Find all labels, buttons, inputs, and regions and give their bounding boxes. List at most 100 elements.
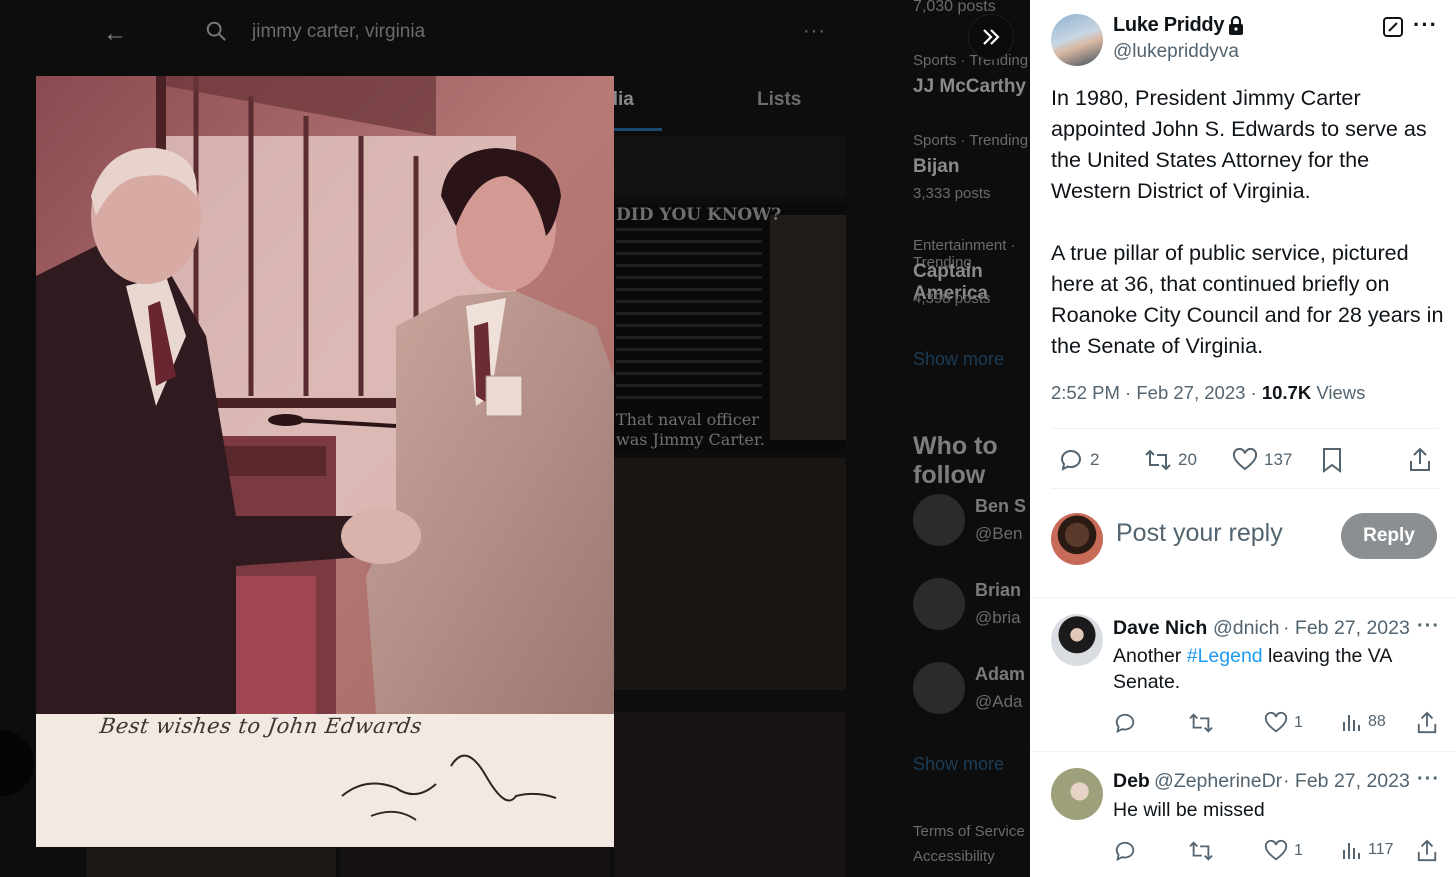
reply-avatar[interactable] bbox=[1051, 614, 1103, 666]
like-button[interactable]: 137 bbox=[1232, 447, 1292, 473]
follow-handle: @bria bbox=[975, 608, 1021, 627]
views-label: Views bbox=[1316, 382, 1366, 403]
trend-count: 3,333 posts bbox=[913, 185, 991, 202]
tweet-text: In 1980, President Jimmy Carter appointe… bbox=[1051, 85, 1444, 358]
did-you-know-line: That naval officer bbox=[616, 410, 759, 429]
reply-author-handle[interactable]: @dnich bbox=[1213, 617, 1280, 640]
avatar[interactable] bbox=[913, 494, 965, 546]
reply-share-button[interactable] bbox=[1416, 711, 1438, 735]
reply-views-button[interactable]: 88 bbox=[1340, 711, 1386, 733]
show-more-link[interactable]: Show more bbox=[913, 349, 1004, 370]
reply-input[interactable]: Post your reply bbox=[1116, 519, 1283, 548]
show-more-link[interactable]: Show more bbox=[913, 754, 1004, 775]
tweet-time[interactable]: 2:52 PM bbox=[1051, 382, 1120, 403]
reply-author-name[interactable]: Dave Nich bbox=[1113, 617, 1209, 640]
follow-name[interactable]: Brian bbox=[975, 580, 1021, 601]
reply-icon bbox=[1115, 841, 1135, 861]
did-you-know-body bbox=[616, 228, 762, 408]
collapse-panel-button[interactable] bbox=[968, 14, 1014, 60]
analytics-icon bbox=[1343, 843, 1360, 859]
reply-comment-button[interactable] bbox=[1113, 839, 1137, 863]
reply-count: 2 bbox=[1090, 450, 1100, 469]
follow-name[interactable]: Adam bbox=[975, 664, 1025, 685]
reply-icon bbox=[1115, 713, 1135, 733]
media-tile[interactable] bbox=[614, 136, 846, 196]
trend-count: 7,030 posts bbox=[913, 0, 996, 15]
repost-button[interactable]: 20 bbox=[1144, 447, 1197, 473]
reply-author-handle[interactable]: @ZepherineDr bbox=[1154, 770, 1282, 793]
bookmark-icon bbox=[1323, 448, 1341, 473]
media-tile[interactable] bbox=[340, 848, 610, 877]
tab-lists[interactable]: Lists bbox=[757, 89, 801, 111]
trend-name[interactable]: Bijan bbox=[913, 156, 959, 178]
divider bbox=[1051, 428, 1439, 429]
divider bbox=[1051, 488, 1439, 489]
reply-text: Another #Legend leaving the VA Senate. bbox=[1113, 645, 1392, 693]
back-arrow-icon[interactable]: ← bbox=[103, 20, 127, 48]
reply-like-button[interactable]: 1 bbox=[1264, 711, 1303, 735]
author-handle[interactable]: @lukepriddyva bbox=[1113, 41, 1239, 63]
repost-count: 20 bbox=[1178, 450, 1197, 469]
reply-avatar[interactable] bbox=[1051, 768, 1103, 820]
repost-icon bbox=[1189, 713, 1213, 733]
follow-handle: @Ben bbox=[975, 524, 1023, 543]
media-tile[interactable] bbox=[86, 848, 336, 877]
trend-name[interactable]: JJ McCarthy bbox=[913, 76, 1026, 98]
tweet-date[interactable]: Feb 27, 2023 bbox=[1136, 382, 1245, 403]
share-button[interactable] bbox=[1408, 447, 1432, 473]
tweet-detail-panel: Luke Priddy @lukepriddyva ··· In 1980, P… bbox=[1030, 0, 1456, 877]
avatar[interactable] bbox=[913, 662, 965, 714]
trend-category: Sports · Trending bbox=[913, 52, 1029, 69]
reply-submit-button[interactable]: Reply bbox=[1341, 513, 1437, 559]
reply-share-button[interactable] bbox=[1416, 839, 1438, 863]
divider bbox=[1030, 597, 1456, 598]
current-user-avatar[interactable] bbox=[1051, 513, 1103, 565]
repost-icon bbox=[1145, 449, 1171, 471]
footer-link[interactable]: Accessibility bbox=[913, 848, 995, 865]
reply-repost-button[interactable] bbox=[1188, 711, 1214, 735]
heart-icon bbox=[1264, 839, 1288, 861]
author-name[interactable]: Luke Priddy bbox=[1113, 14, 1224, 37]
bookmark-button[interactable] bbox=[1320, 447, 1344, 473]
follow-handle: @Ada bbox=[975, 692, 1023, 711]
more-options-icon[interactable]: ··· bbox=[1417, 768, 1440, 791]
active-tab-indicator bbox=[614, 128, 662, 131]
hashtag-link[interactable]: #Legend bbox=[1187, 645, 1263, 667]
avatar[interactable] bbox=[913, 578, 965, 630]
tweet-photo: Best wishes to John Edwards bbox=[36, 76, 614, 847]
footer-link[interactable]: Terms of Service bbox=[913, 823, 1025, 840]
reply-like-button[interactable]: 1 bbox=[1264, 839, 1303, 863]
reply-date[interactable]: · Feb 27, 2023 bbox=[1283, 770, 1410, 793]
reply-date[interactable]: · Feb 27, 2023 bbox=[1283, 617, 1410, 640]
search-query-text[interactable]: jimmy carter, virginia bbox=[252, 21, 425, 43]
reply-like-count: 1 bbox=[1294, 842, 1303, 859]
search-icon[interactable] bbox=[205, 20, 227, 42]
who-to-follow-title: Who to follow bbox=[913, 432, 998, 489]
analytics-icon bbox=[1343, 715, 1360, 731]
more-options-icon[interactable]: ··· bbox=[1417, 615, 1440, 638]
did-you-know-title: DID YOU KNOW? bbox=[616, 205, 782, 225]
reply-views-button[interactable]: 117 bbox=[1340, 839, 1394, 861]
media-tile[interactable] bbox=[614, 712, 846, 877]
reply-author-name[interactable]: Deb bbox=[1113, 770, 1153, 793]
reply-views-count: 117 bbox=[1368, 841, 1394, 858]
more-options-icon[interactable]: ··· bbox=[803, 20, 826, 43]
heart-icon bbox=[1232, 447, 1258, 471]
tweet-meta: 2:52 PM · Feb 27, 2023 · 10.7K Views bbox=[1051, 382, 1366, 403]
author-avatar[interactable] bbox=[1051, 14, 1103, 66]
follow-name[interactable]: Ben S bbox=[975, 496, 1026, 517]
share-icon bbox=[1410, 447, 1430, 471]
reply-button[interactable]: 2 bbox=[1058, 447, 1099, 473]
repost-icon bbox=[1189, 841, 1213, 861]
trend-category: Sports · Trending bbox=[913, 132, 1029, 149]
more-options-icon[interactable]: ··· bbox=[1413, 12, 1438, 38]
reply-comment-button[interactable] bbox=[1113, 711, 1137, 735]
double-chevron-right-icon bbox=[983, 29, 1000, 45]
grok-icon[interactable] bbox=[1382, 16, 1404, 38]
divider bbox=[1030, 751, 1456, 752]
media-tile[interactable] bbox=[614, 458, 846, 690]
reply-repost-button[interactable] bbox=[1188, 839, 1214, 863]
lock-icon bbox=[1229, 16, 1243, 35]
reply-text: He will be missed bbox=[1113, 799, 1265, 821]
share-icon bbox=[1417, 711, 1437, 734]
